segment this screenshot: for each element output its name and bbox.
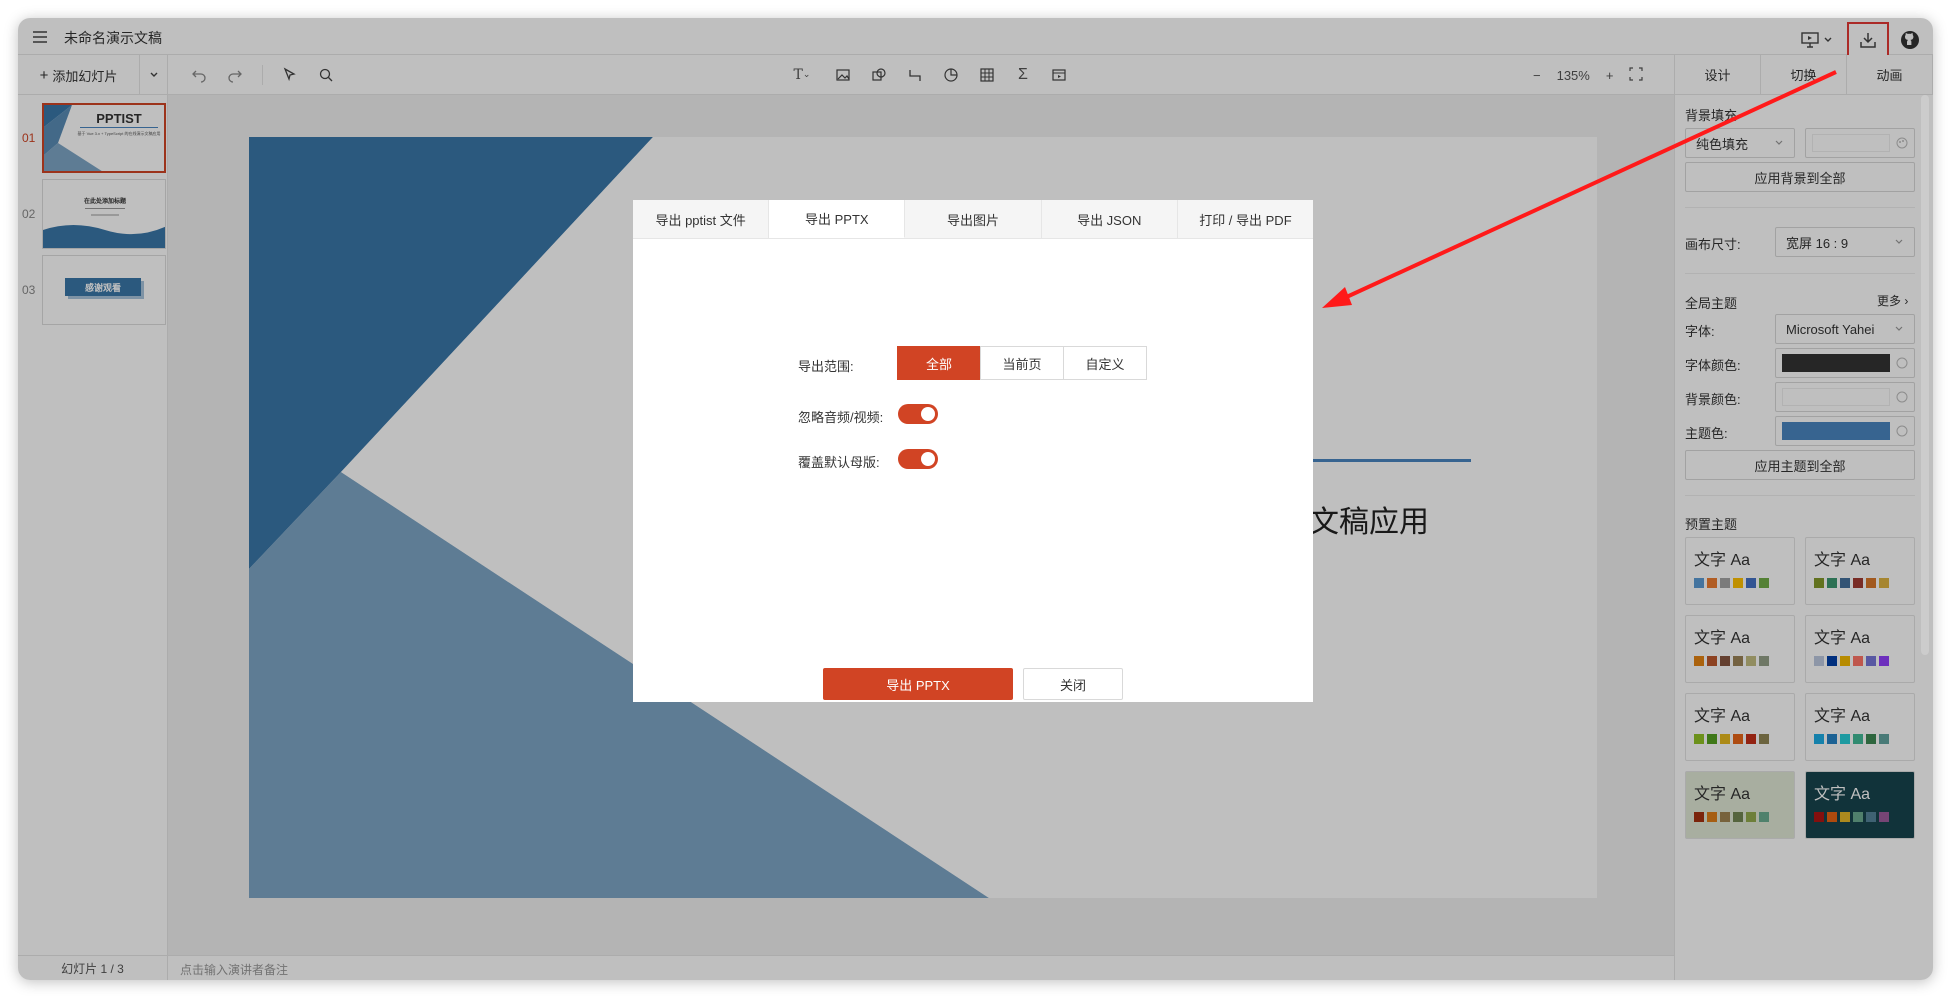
toggle-knob <box>921 452 935 466</box>
range-custom-button[interactable]: 自定义 <box>1063 346 1147 380</box>
export-range-selector: 全部 当前页 自定义 <box>897 346 1147 380</box>
export-dialog: 导出 pptist 文件 导出 PPTX 导出图片 导出 JSON 打印 / 导… <box>633 200 1313 702</box>
panel-scrollbar[interactable] <box>1921 95 1929 655</box>
export-range-label: 导出范围: <box>798 359 854 374</box>
tab-export-pptx[interactable]: 导出 PPTX <box>769 200 906 238</box>
override-master-toggle[interactable] <box>898 449 938 469</box>
tab-export-json[interactable]: 导出 JSON <box>1042 200 1178 238</box>
range-all-button[interactable]: 全部 <box>897 346 981 380</box>
range-current-button[interactable]: 当前页 <box>980 346 1064 380</box>
tab-export-pdf[interactable]: 打印 / 导出 PDF <box>1178 200 1313 238</box>
export-pptx-button[interactable]: 导出 PPTX <box>823 668 1013 700</box>
tab-export-pptist[interactable]: 导出 pptist 文件 <box>633 200 770 238</box>
override-master-label: 覆盖默认母版: <box>798 455 880 470</box>
tab-export-image[interactable]: 导出图片 <box>905 200 1042 238</box>
ignore-media-label: 忽略音频/视频: <box>798 410 884 425</box>
ignore-media-toggle[interactable] <box>898 404 938 424</box>
close-button[interactable]: 关闭 <box>1023 668 1123 700</box>
toggle-knob <box>921 407 935 421</box>
app-window: 未命名演示文稿 + 添加幻灯片 T ⌄ Σ − 135% + 设计 切换 动画 … <box>18 18 1933 980</box>
export-tabs: 导出 pptist 文件 导出 PPTX 导出图片 导出 JSON 打印 / 导… <box>633 200 1313 239</box>
